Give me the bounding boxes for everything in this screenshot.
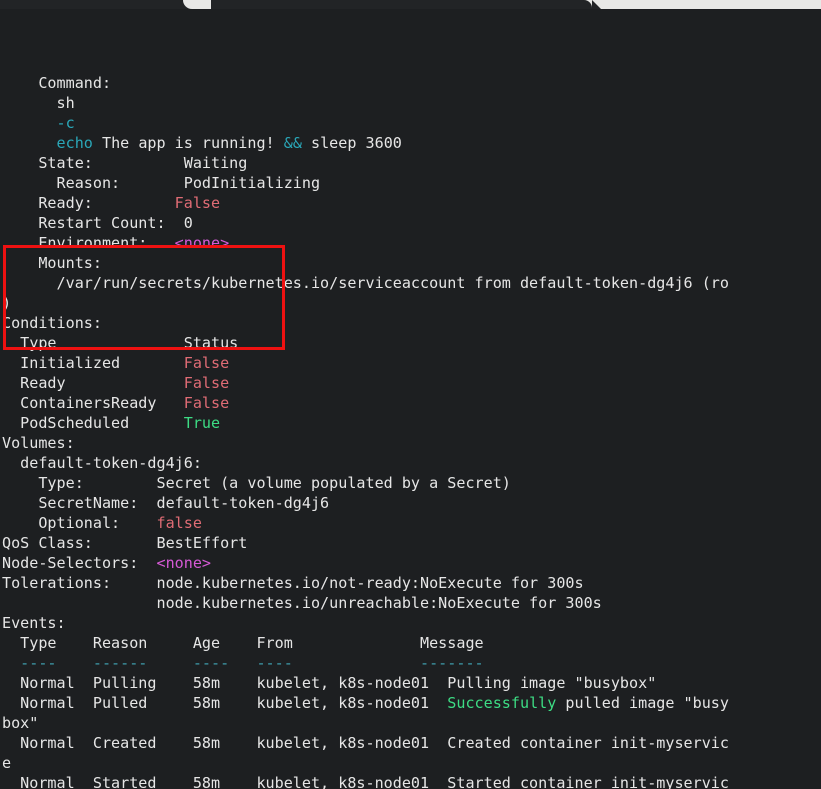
terminal-text: Volumes: xyxy=(2,434,75,452)
terminal-line: -c xyxy=(0,113,821,133)
terminal-text: Mounts: xyxy=(2,254,102,272)
terminal-line: sh xyxy=(0,93,821,113)
terminal-text: PodScheduled xyxy=(2,414,184,432)
terminal-line: Ready: False xyxy=(0,193,821,213)
terminal-text: pulled image "busy xyxy=(556,694,729,712)
terminal-text: Tolerations: node.kubernetes.io/not-read… xyxy=(2,574,584,592)
terminal-line: e xyxy=(0,753,821,773)
terminal-line: Ready False xyxy=(0,373,821,393)
terminal-line: Initialized False xyxy=(0,353,821,373)
terminal-line: default-token-dg4j6: xyxy=(0,453,821,473)
terminal-line: Conditions: xyxy=(0,313,821,333)
terminal-text: False xyxy=(183,374,230,392)
terminal-line: ---- ------ ---- ---- ------- xyxy=(0,653,821,673)
terminal-text: sh xyxy=(2,94,75,112)
terminal-text: ) xyxy=(2,294,12,312)
terminal-text: default-token-dg4j6: xyxy=(2,454,202,472)
terminal-text: Successfully xyxy=(447,694,557,712)
terminal-line: Normal Created 58m kubelet, k8s-node01 C… xyxy=(0,733,821,753)
terminal-text: Environment: xyxy=(2,234,175,252)
terminal-line: ) xyxy=(0,293,821,313)
tab-left-curve xyxy=(183,0,211,9)
terminal-text: Initialized xyxy=(2,354,184,372)
terminal-text: ---- ------ ---- ---- ------- xyxy=(2,654,484,672)
terminal-screenshot: Command: sh -c echo The app is running! … xyxy=(0,0,821,789)
terminal-line: node.kubernetes.io/unreachable:NoExecute… xyxy=(0,593,821,613)
terminal-text: Normal Started 58m kubelet, k8s-node01 S… xyxy=(2,774,729,789)
terminal-text: <none> xyxy=(174,234,230,252)
terminal-line: Type Reason Age From Message xyxy=(0,633,821,653)
terminal-text: node.kubernetes.io/unreachable:NoExecute… xyxy=(2,594,602,612)
active-tab[interactable] xyxy=(0,0,592,9)
terminal-text: True xyxy=(183,414,221,432)
terminal-output[interactable]: Command: sh -c echo The app is running! … xyxy=(0,9,821,789)
terminal-line: Reason: PodInitializing xyxy=(0,173,821,193)
terminal-text: ContainersReady xyxy=(2,394,184,412)
terminal-text: Optional: xyxy=(2,514,157,532)
terminal-line: Command: xyxy=(0,73,821,93)
terminal-line: State: Waiting xyxy=(0,153,821,173)
terminal-text: Conditions: xyxy=(2,314,102,332)
terminal-text: Node-Selectors: xyxy=(2,554,157,572)
terminal-line: Optional: false xyxy=(0,513,821,533)
terminal-line: QoS Class: BestEffort xyxy=(0,533,821,553)
browser-tab-strip xyxy=(0,0,821,9)
terminal-line: Events: xyxy=(0,613,821,633)
terminal-text: Restart Count: 0 xyxy=(2,214,193,232)
terminal-text: Type Status xyxy=(2,334,239,352)
terminal-line: Normal Pulled 58m kubelet, k8s-node01 Su… xyxy=(0,693,821,713)
terminal-text: echo xyxy=(56,134,93,152)
terminal-line: Type Status xyxy=(0,333,821,353)
terminal-text: SecretName: default-token-dg4j6 xyxy=(2,494,330,512)
terminal-text: Command: xyxy=(2,74,112,92)
terminal-text: sleep 3600 xyxy=(301,134,402,152)
terminal-text: False xyxy=(183,394,230,412)
terminal-line: echo The app is running! && sleep 3600 xyxy=(0,133,821,153)
terminal-line: Restart Count: 0 xyxy=(0,213,821,233)
terminal-text: Type Reason Age From Message xyxy=(2,634,484,652)
terminal-text: Type: Secret (a volume populated by a Se… xyxy=(2,474,511,492)
terminal-line: Tolerations: node.kubernetes.io/not-read… xyxy=(0,573,821,593)
terminal-text: && xyxy=(283,134,302,152)
terminal-text: False xyxy=(183,354,230,372)
terminal-line: Environment: <none> xyxy=(0,233,821,253)
terminal-text: False xyxy=(174,194,221,212)
terminal-text: Ready: xyxy=(2,194,175,212)
terminal-line: SecretName: default-token-dg4j6 xyxy=(0,493,821,513)
terminal-text: Reason: PodInitializing xyxy=(2,174,321,192)
terminal-line: Node-Selectors: <none> xyxy=(0,553,821,573)
terminal-line: ContainersReady False xyxy=(0,393,821,413)
terminal-line: Type: Secret (a volume populated by a Se… xyxy=(0,473,821,493)
terminal-text: /var/run/secrets/kubernetes.io/serviceac… xyxy=(2,274,729,292)
terminal-text: <none> xyxy=(156,554,212,572)
terminal-text: -c xyxy=(56,114,75,132)
terminal-text: State: Waiting xyxy=(2,154,248,172)
terminal-text: Normal Pulling 58m kubelet, k8s-node01 P… xyxy=(2,674,657,692)
terminal-text: Events: xyxy=(2,614,66,632)
terminal-text: Normal Pulled 58m kubelet, k8s-node01 xyxy=(2,694,448,712)
terminal-line: Volumes: xyxy=(0,433,821,453)
terminal-line: Mounts: xyxy=(0,253,821,273)
terminal-text: e xyxy=(2,754,12,772)
terminal-text: Normal Created 58m kubelet, k8s-node01 C… xyxy=(2,734,729,752)
terminal-line: Normal Pulling 58m kubelet, k8s-node01 P… xyxy=(0,673,821,693)
terminal-text: false xyxy=(156,514,202,532)
terminal-line: /var/run/secrets/kubernetes.io/serviceac… xyxy=(0,273,821,293)
terminal-line: PodScheduled True xyxy=(0,413,821,433)
terminal-text: box" xyxy=(2,714,39,732)
terminal-text: The app is running! xyxy=(92,134,284,152)
terminal-text: Ready xyxy=(2,374,184,392)
terminal-line: box" xyxy=(0,713,821,733)
terminal-line: Normal Started 58m kubelet, k8s-node01 S… xyxy=(0,773,821,789)
terminal-text: QoS Class: BestEffort xyxy=(2,534,248,552)
